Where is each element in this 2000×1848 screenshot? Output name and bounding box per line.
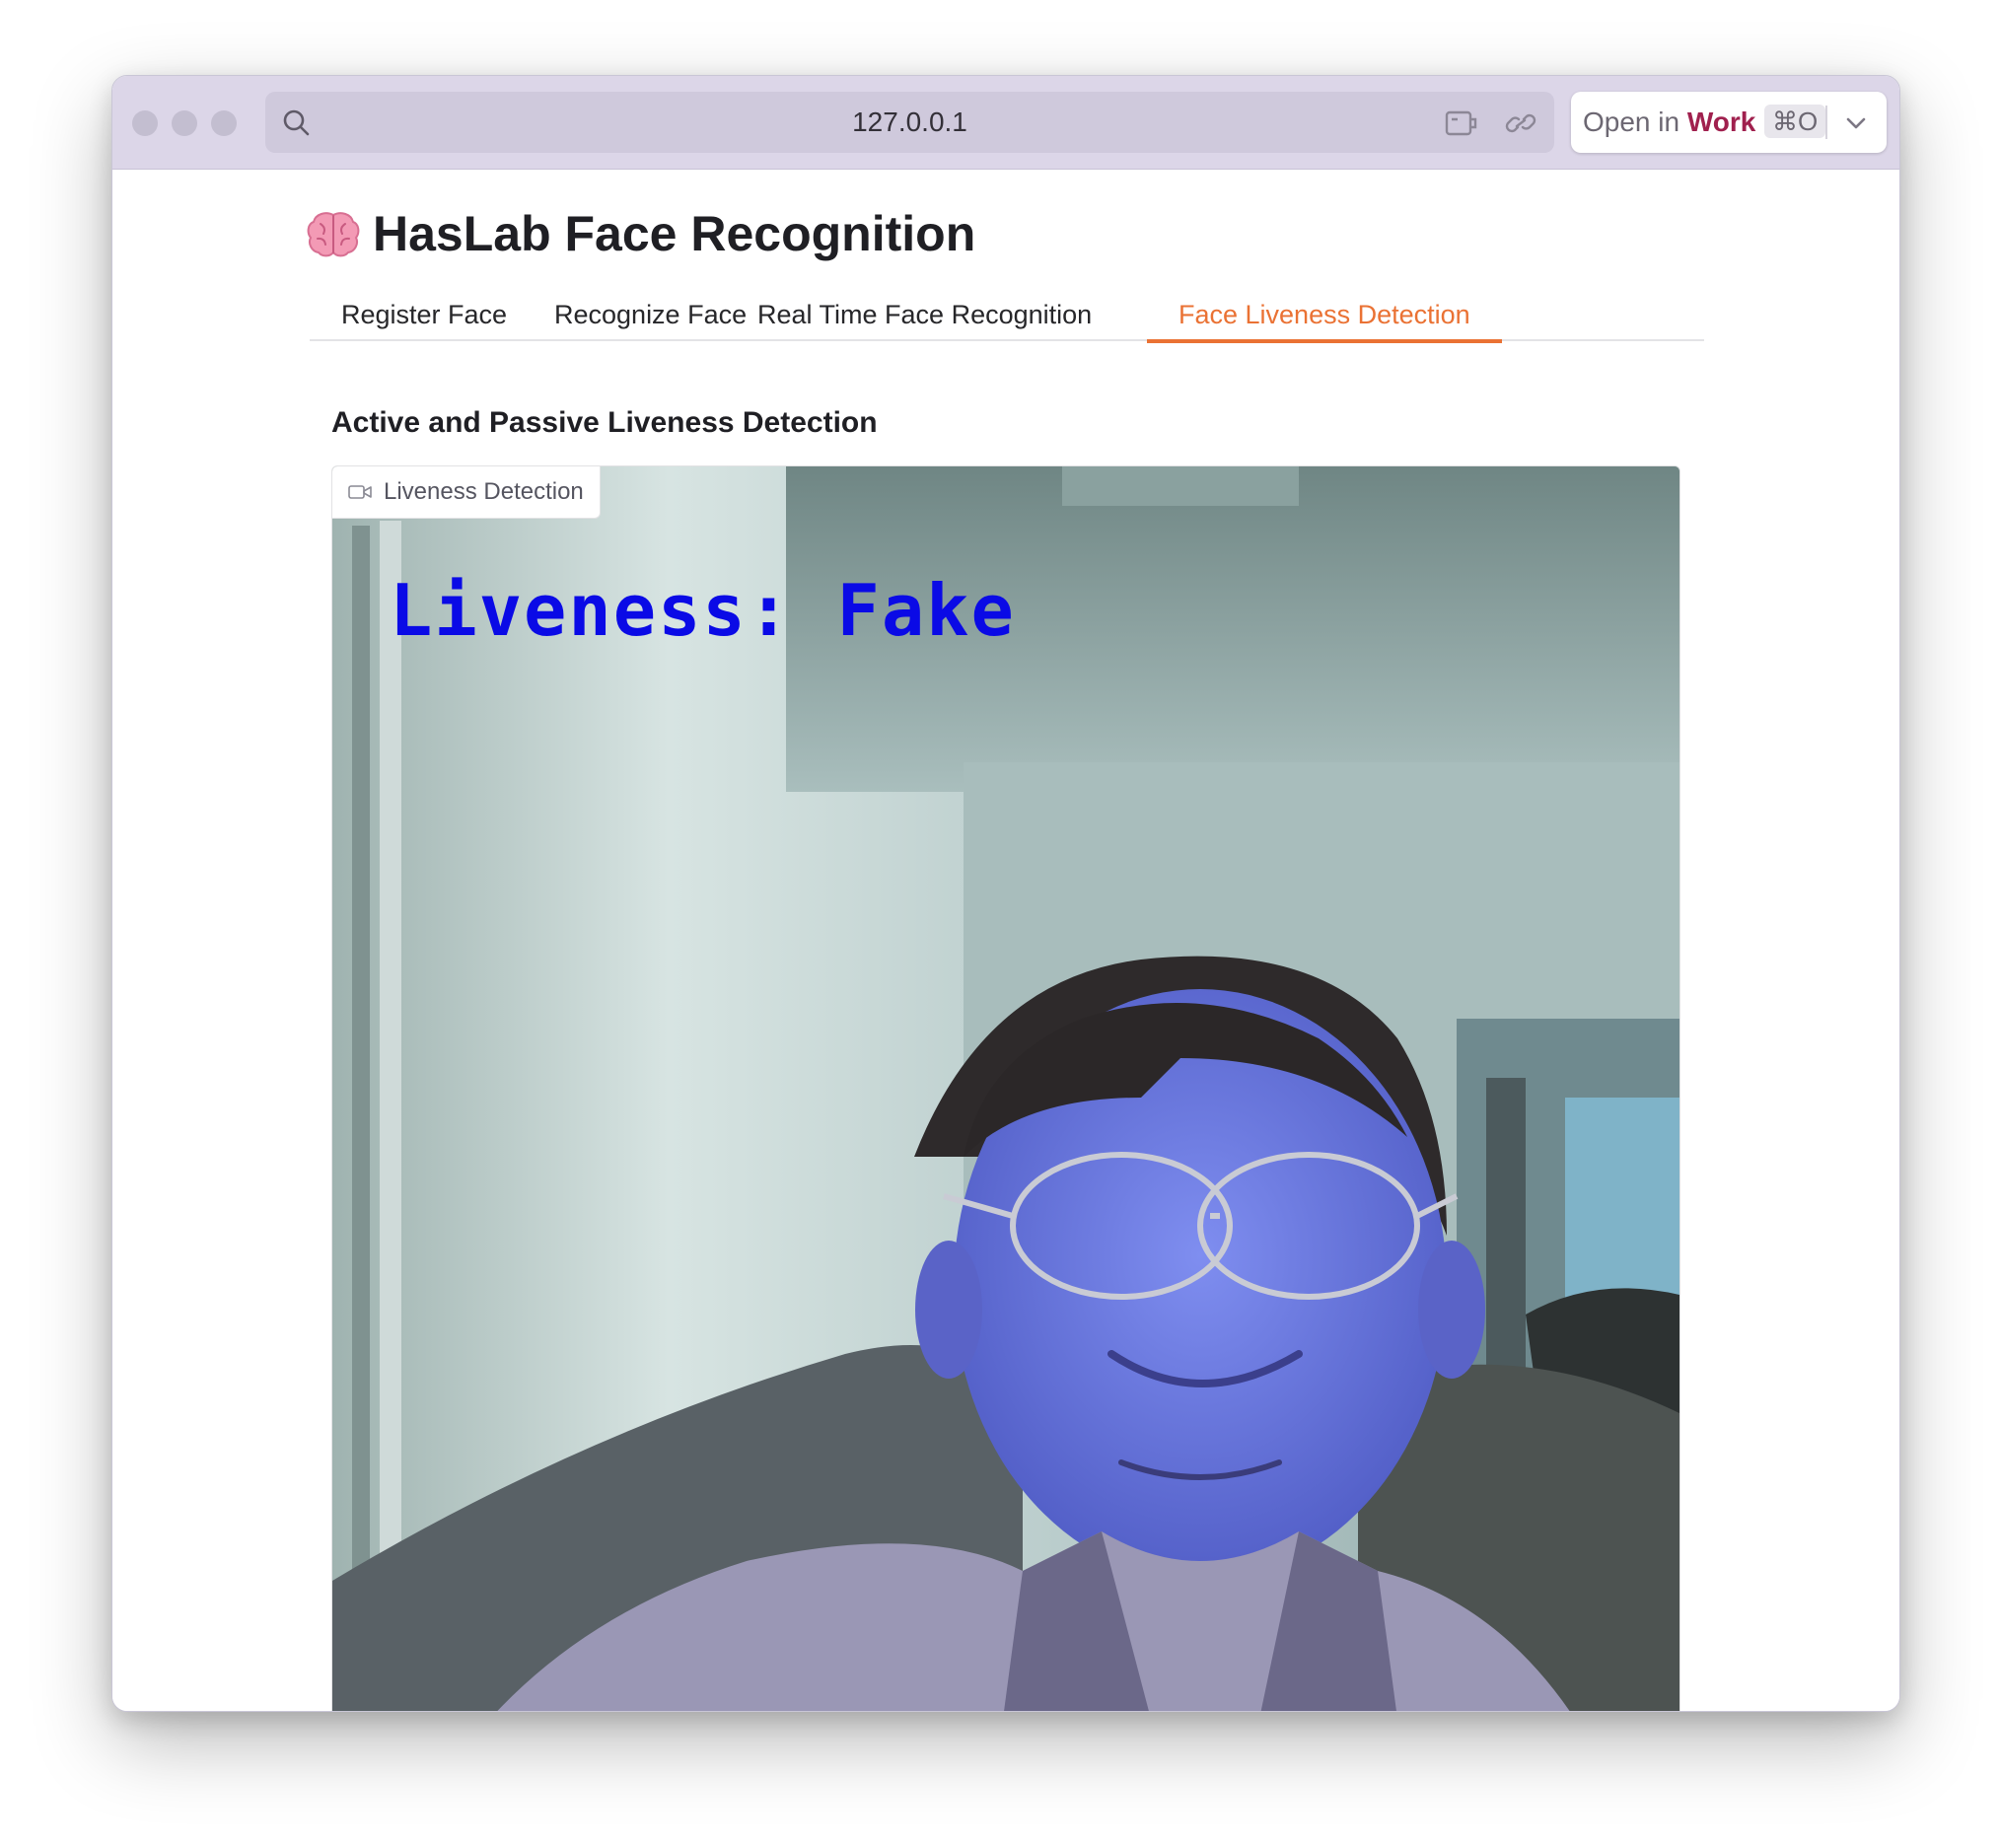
- tab-face-liveness-detection[interactable]: Face Liveness Detection: [1147, 300, 1502, 343]
- brain-icon: [307, 212, 360, 257]
- tab-bar: Register Face Recognize Face Real Time F…: [310, 288, 1704, 343]
- reader-icon[interactable]: [1444, 107, 1479, 139]
- browser-toolbar: 127.0.0.1 Open in Work ⌘O: [112, 76, 1899, 170]
- tab-real-time-face-recognition[interactable]: Real Time Face Recognition: [726, 300, 1123, 339]
- page-title: HasLab Face Recognition: [306, 205, 975, 262]
- keyboard-shortcut: ⌘O: [1764, 105, 1826, 138]
- liveness-video-feed[interactable]: Liveness Detection Liveness: Fake: [331, 465, 1680, 1711]
- address-bar[interactable]: 127.0.0.1: [265, 92, 1554, 153]
- page-title-text: HasLab Face Recognition: [373, 206, 976, 261]
- link-icon[interactable]: [1503, 107, 1538, 139]
- open-in-work-button[interactable]: Open in Work ⌘O: [1571, 92, 1887, 153]
- webcam-frame: [332, 466, 1679, 1711]
- chevron-down-icon[interactable]: [1843, 110, 1869, 136]
- divider: [1825, 106, 1827, 139]
- minimize-window-button[interactable]: [172, 110, 197, 136]
- section-title: Active and Passive Liveness Detection: [331, 406, 878, 439]
- browser-window: 127.0.0.1 Open in Work ⌘O HasLab Face Re…: [111, 75, 1900, 1712]
- open-in-prefix: Open in: [1583, 107, 1680, 137]
- video-label: Liveness Detection: [332, 466, 601, 519]
- zoom-window-button[interactable]: [211, 110, 237, 136]
- liveness-result-overlay: Liveness: Fake: [390, 569, 1016, 652]
- open-in-label: Open in Work: [1583, 107, 1755, 138]
- url-text[interactable]: 127.0.0.1: [265, 107, 1554, 138]
- open-in-app-name: Work: [1686, 107, 1756, 137]
- tab-register-face[interactable]: Register Face: [310, 300, 538, 339]
- video-label-text: Liveness Detection: [384, 478, 584, 505]
- close-window-button[interactable]: [132, 110, 158, 136]
- camera-icon: [348, 485, 372, 499]
- page-content: HasLab Face Recognition Register Face Re…: [112, 170, 1899, 1711]
